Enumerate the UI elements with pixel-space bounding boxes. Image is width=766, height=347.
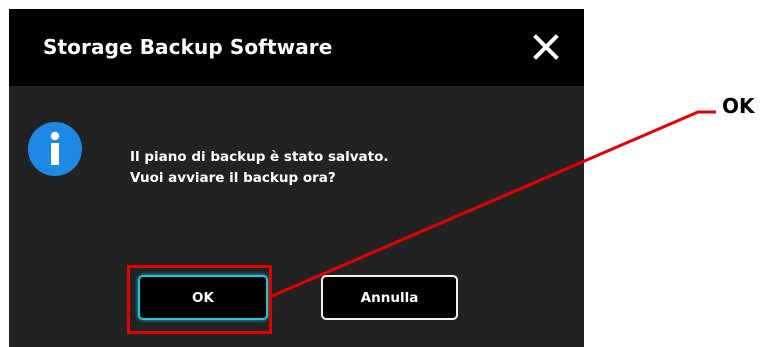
dialog-title: Storage Backup Software <box>43 35 333 59</box>
close-icon <box>533 34 559 60</box>
message-line-1: Il piano di backup è stato salvato. <box>130 149 389 165</box>
screenshot-canvas: Storage Backup Software Il piano di back… <box>0 0 766 347</box>
close-button[interactable] <box>530 31 562 63</box>
ok-button[interactable]: OK <box>138 275 268 320</box>
dialog-message: Il piano di backup è stato salvato. Vuoi… <box>130 147 388 189</box>
dialog-titlebar: Storage Backup Software <box>9 9 584 86</box>
callout-label: OK <box>722 94 755 118</box>
info-icon <box>28 122 82 176</box>
cancel-button[interactable]: Annulla <box>321 275 458 320</box>
message-line-2: Vuoi avviare il backup ora? <box>130 170 336 186</box>
backup-dialog: Storage Backup Software Il piano di back… <box>9 9 584 347</box>
